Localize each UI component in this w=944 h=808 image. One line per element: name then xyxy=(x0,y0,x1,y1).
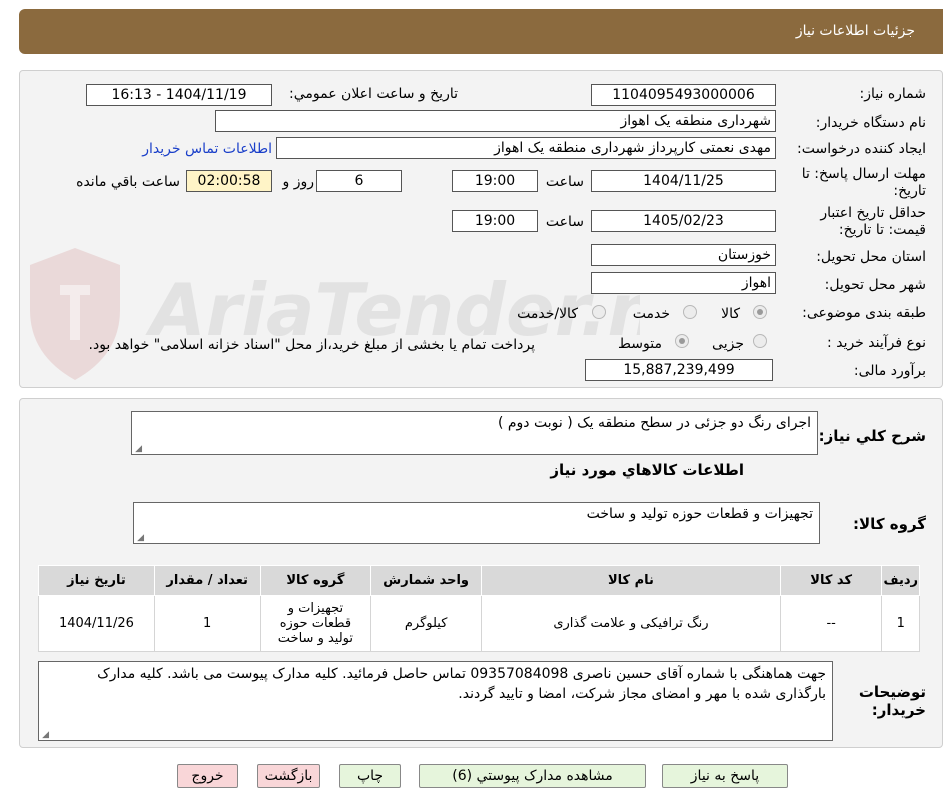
process-option-medium: متوسط xyxy=(618,336,662,352)
reply-time-label: ساعت xyxy=(545,174,584,190)
process-radio-minor[interactable] xyxy=(753,334,767,348)
items-table: ردیف کد کالا نام کالا واحد شمارش گروه کا… xyxy=(38,565,920,652)
exit-button[interactable]: خروج xyxy=(177,764,238,788)
announce-label: تاریخ و ساعت اعلان عمومي: xyxy=(289,86,458,102)
time-remaining-label: ساعت باقي مانده xyxy=(76,174,180,190)
province-label: استان محل تحویل: xyxy=(816,249,926,265)
col-header-item-code: کد کالا xyxy=(779,565,883,596)
col-header-row-number: ردیف xyxy=(881,565,920,596)
payment-note: پرداخت تمام یا بخشی از مبلغ خرید،از محل … xyxy=(88,337,535,353)
col-header-need-date: تاریخ نیاز xyxy=(38,565,155,596)
buyer-notes-text: جهت هماهنگی با شماره آقای حسین ناصری 093… xyxy=(97,666,826,702)
category-option-goods: کالا xyxy=(721,306,740,322)
price-time-label: ساعت xyxy=(545,214,584,230)
col-header-item-name: نام کالا xyxy=(481,565,781,596)
buyer-notes-label-line2: خریدار: xyxy=(871,701,926,719)
resize-grip-icon[interactable]: ◢ xyxy=(136,534,144,543)
resize-grip-icon[interactable]: ◢ xyxy=(134,445,142,454)
cell-quantity: 1 xyxy=(153,595,261,652)
cell-need-date: 1404/11/26 xyxy=(38,595,155,652)
reply-time-field: 19:00 xyxy=(452,170,538,192)
cell-row-number: 1 xyxy=(881,595,920,652)
time-remaining-field: 02:00:58 xyxy=(186,170,272,192)
reply-button[interactable]: پاسخ به نیاز xyxy=(662,764,788,788)
description-textarea[interactable]: اجرای رنگ دو جزئی در سطح منطقه یک ( نوبت… xyxy=(131,411,818,455)
buyer-notes-label-line1: توضیحات xyxy=(858,683,926,701)
goods-info-title: اطلاعات کالاهاي مورد نیاز xyxy=(550,461,744,479)
table-header-row: ردیف کد کالا نام کالا واحد شمارش گروه کا… xyxy=(38,565,920,596)
reply-date-field: 1404/11/25 xyxy=(591,170,776,192)
need-number-label: شماره نیاز: xyxy=(859,86,927,102)
budget-field: 15,887,239,499 xyxy=(585,359,773,381)
back-button[interactable]: بازگشت xyxy=(257,764,320,788)
category-option-service: خدمت xyxy=(632,306,670,322)
print-button[interactable]: چاپ xyxy=(339,764,401,788)
budget-label: برآورد مالی: xyxy=(853,363,926,379)
province-field: خوزستان xyxy=(591,244,776,266)
goods-group-label: گروه کالا: xyxy=(853,515,926,533)
resize-grip-icon[interactable]: ◢ xyxy=(41,731,49,740)
table-row: 1 -- رنگ ترافیکی و علامت گذاری کیلوگرم ت… xyxy=(38,595,920,652)
col-header-item-group: گروه کالا xyxy=(259,565,372,596)
process-radio-medium[interactable] xyxy=(675,334,689,348)
creator-field: مهدی نعمتی کارپرداز شهرداری منطقه یک اهو… xyxy=(276,137,776,159)
category-option-goods-service: کالا/خدمت xyxy=(517,306,578,322)
price-date-field: 1405/02/23 xyxy=(591,210,776,232)
cell-item-name: رنگ ترافیکی و علامت گذاری xyxy=(481,595,781,652)
col-header-unit: واحد شمارش xyxy=(370,565,483,596)
need-number-field: 1104095493000006 xyxy=(591,84,776,106)
page-title: جزئیات اطلاعات نیاز xyxy=(795,23,915,39)
city-field: اهواز xyxy=(591,272,776,294)
cell-item-code: -- xyxy=(779,595,883,652)
category-radio-goods[interactable] xyxy=(753,305,767,319)
cell-unit: کیلوگرم xyxy=(370,595,483,652)
city-label: شهر محل تحویل: xyxy=(824,277,926,293)
announce-datetime-field: 1404/11/19 - 16:13 xyxy=(86,84,272,106)
buyer-notes-textarea[interactable]: جهت هماهنگی با شماره آقای حسین ناصری 093… xyxy=(38,661,833,741)
reply-deadline-text: مهلت ارسال پاسخ: تا تاریخ: xyxy=(801,166,926,199)
col-header-quantity: تعداد / مقدار xyxy=(153,565,261,596)
category-label: طبقه بندی موضوعی: xyxy=(802,305,926,321)
price-validity-label: حداقل تاریخ اعتبار قیمت: تا تاریخ: xyxy=(786,205,926,239)
price-time-field: 19:00 xyxy=(452,210,538,232)
process-option-minor: جزیی xyxy=(712,336,744,352)
cell-item-group: تجهیزات و قطعات حوزه تولید و ساخت xyxy=(259,595,372,652)
category-radio-goods-service[interactable] xyxy=(592,305,606,319)
buyer-org-label: نام دستگاه خریدار: xyxy=(815,115,926,131)
buyer-contact-link[interactable]: اطلاعات تماس خریدار xyxy=(142,141,272,157)
reply-deadline-label: مهلت ارسال پاسخ: تا تاریخ: xyxy=(786,166,926,200)
description-text: اجرای رنگ دو جزئی در سطح منطقه یک ( نوبت… xyxy=(497,415,811,431)
buyer-org-field: شهرداری منطقه یک اهواز xyxy=(215,110,776,132)
description-label: شرح کلي نیاز: xyxy=(818,427,926,445)
goods-group-text: تجهیزات و قطعات حوزه تولید و ساخت xyxy=(586,506,813,522)
category-radio-service[interactable] xyxy=(683,305,697,319)
view-attachments-button[interactable]: مشاهده مدارک پیوستي (6) xyxy=(419,764,646,788)
process-label: نوع فرآیند خرید : xyxy=(827,335,926,351)
goods-group-textarea[interactable]: تجهیزات و قطعات حوزه تولید و ساخت ◢ xyxy=(133,502,820,544)
price-validity-text: حداقل تاریخ اعتبار قیمت: تا تاریخ: xyxy=(820,205,926,238)
page-header: جزئیات اطلاعات نیاز xyxy=(19,9,943,54)
days-remaining-field: 6 xyxy=(316,170,402,192)
days-label: روز و xyxy=(282,174,315,190)
buyer-notes-label: توضیحات خریدار: xyxy=(859,683,926,719)
creator-label: ایجاد کننده درخواست: xyxy=(797,141,926,157)
